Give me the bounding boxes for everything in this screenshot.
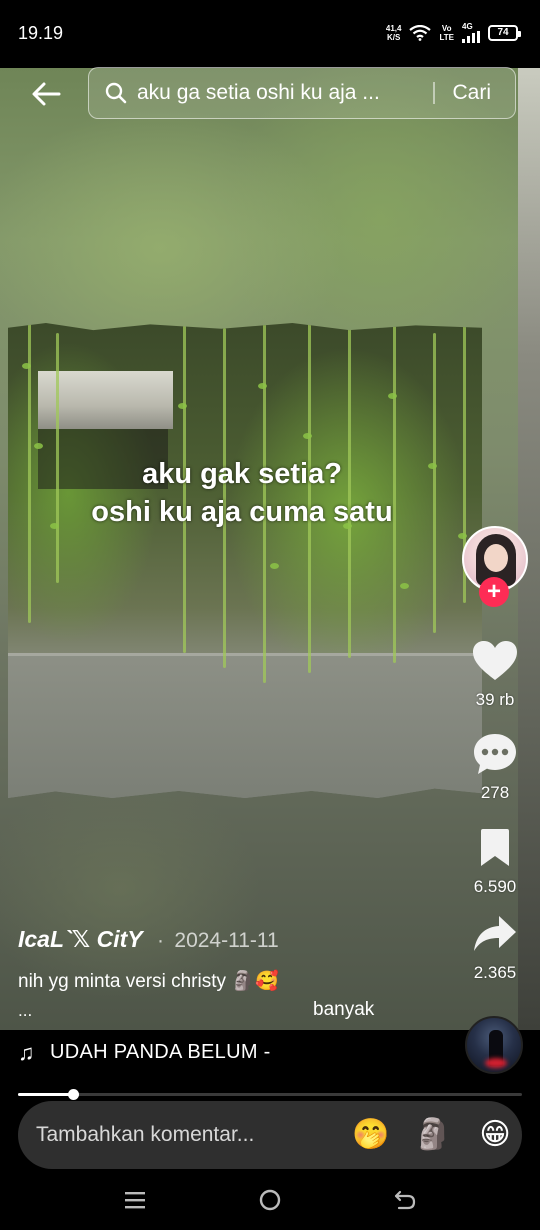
grin-emoji-button[interactable]: 😁 <box>474 1120 516 1150</box>
bookmark-action[interactable]: 6.590 <box>462 825 528 897</box>
signal-icon <box>462 31 480 43</box>
comment-placeholder[interactable]: Tambahkan komentar... <box>36 1123 336 1147</box>
search-query[interactable]: aku ga setia oshi ku aja ... <box>137 81 417 105</box>
share-arrow-icon[interactable] <box>471 911 519 957</box>
like-count: 39 rb <box>475 690 515 709</box>
leaf <box>303 433 312 439</box>
share-count: 2.365 <box>473 963 517 982</box>
overlay-line-1: aku gak setia? <box>142 458 342 490</box>
music-disc[interactable] <box>465 1016 523 1074</box>
follow-button[interactable]: + <box>479 577 509 607</box>
leaf <box>388 393 397 399</box>
leaf <box>400 583 409 589</box>
volte-indicator: Vo LTE <box>439 24 454 42</box>
recent-apps-icon <box>125 1192 145 1209</box>
leaf <box>178 403 187 409</box>
volte-top: Vo <box>441 23 452 33</box>
progress-fill <box>18 1093 73 1096</box>
avatar-face <box>484 544 508 572</box>
music-note-icon: ♫ <box>18 1040 35 1065</box>
leaf <box>458 533 467 539</box>
search-button[interactable]: Cari <box>453 81 492 105</box>
video-player[interactable] <box>0 68 540 1030</box>
network-speed: 41,4 K/S <box>386 24 402 42</box>
network-type: 4G <box>462 22 473 31</box>
author-line: IcaL`𝕏 CitY · 2024-11-11 <box>18 926 279 953</box>
status-bar: 19.19 41,4 K/S Vo LTE 4G 74 <box>0 0 540 68</box>
leaf <box>22 363 31 369</box>
bookmark-count: 6.590 <box>473 877 517 896</box>
music-title[interactable]: UDAH PANDA BELUM - <box>50 1041 271 1064</box>
progress-thumb[interactable] <box>68 1089 79 1100</box>
caption-side-note: banyak <box>313 999 375 1020</box>
back-arrow-icon <box>32 82 61 106</box>
author-name[interactable]: IcaL`𝕏 CitY <box>18 926 143 952</box>
search-divider <box>433 82 435 104</box>
overlay-line-2: oshi ku aja cuma satu <box>91 496 393 528</box>
video-progress-bar[interactable] <box>18 1089 522 1100</box>
comment-count: 278 <box>480 783 510 802</box>
status-time: 19.19 <box>18 23 64 43</box>
heart-icon[interactable] <box>471 638 519 684</box>
disc-glow <box>485 1058 507 1068</box>
moai-emoji-button[interactable]: 🗿 <box>412 1120 454 1150</box>
status-indicators: 41,4 K/S Vo LTE 4G 74 <box>386 22 521 43</box>
leaf <box>34 443 43 449</box>
network-speed-unit: K/S <box>387 32 401 42</box>
wifi-icon <box>409 24 432 41</box>
system-back-button[interactable] <box>385 1185 425 1215</box>
hand-over-mouth-emoji-button[interactable]: 🤭 <box>350 1120 392 1150</box>
post-caption[interactable]: nih yg minta versi christy 🗿🥰 <box>18 969 279 993</box>
search-bar[interactable]: aku ga setia oshi ku aja ... Cari <box>88 67 516 119</box>
battery-indicator: 74 <box>488 24 521 41</box>
network-speed-value: 41,4 <box>385 23 402 33</box>
search-icon <box>105 81 129 105</box>
comment-input[interactable]: Tambahkan komentar... 🤭 🗿 😁 <box>18 1101 522 1169</box>
home-circle-icon <box>259 1189 281 1211</box>
bookmark-icon[interactable] <box>471 825 519 871</box>
volte-bottom: LTE <box>439 32 454 42</box>
caption-more[interactable]: ... <box>18 1001 32 1021</box>
video-image-card <box>8 323 482 798</box>
system-nav-bar <box>0 1169 540 1230</box>
share-action[interactable]: 2.365 <box>462 911 528 983</box>
progress-area <box>0 1076 540 1104</box>
back-button[interactable] <box>26 74 66 114</box>
post-date: 2024-11-11 <box>174 929 279 952</box>
plus-icon: + <box>486 578 501 605</box>
home-button[interactable] <box>250 1185 290 1215</box>
like-action[interactable]: 39 rb <box>462 638 528 710</box>
leaf <box>258 383 267 389</box>
music-bar[interactable]: ♫ UDAH PANDA BELUM - <box>0 1030 540 1076</box>
video-overlay-text: aku gak setia? oshi ku aja cuma satu <box>0 455 484 531</box>
back-return-icon <box>394 1190 416 1210</box>
comment-bubble-icon[interactable] <box>471 731 519 777</box>
card-wall-line <box>8 653 482 656</box>
card-wall <box>8 653 482 798</box>
leaf <box>270 563 279 569</box>
recent-apps-button[interactable] <box>115 1185 155 1215</box>
post-date-separator: · <box>157 929 164 952</box>
comment-action[interactable]: 278 <box>462 731 528 803</box>
